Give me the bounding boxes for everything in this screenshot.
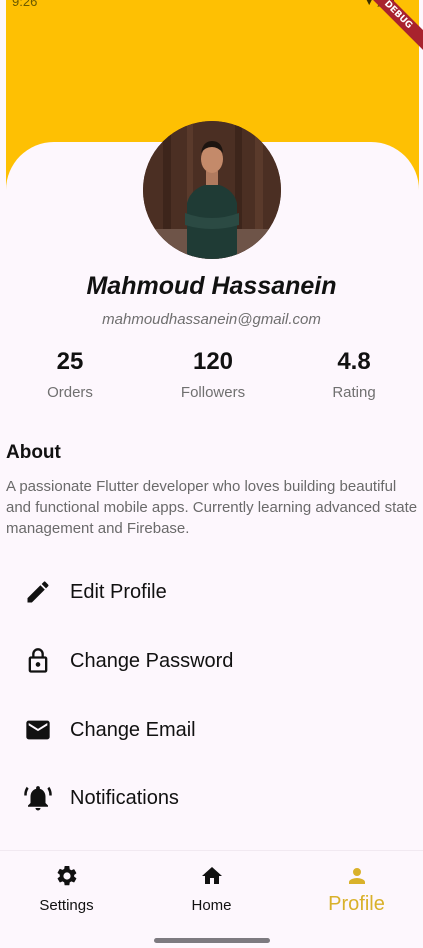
avatar[interactable] <box>143 121 281 259</box>
bottom-navigation: Settings Home Profile <box>0 850 423 948</box>
person-icon <box>344 863 370 889</box>
stat-value: 25 <box>56 348 84 375</box>
stat-label: Orders <box>47 384 93 401</box>
stat-value: 4.8 <box>337 348 371 375</box>
gear-icon <box>54 863 80 889</box>
stat-label: Rating <box>332 384 376 401</box>
menu-change-email[interactable]: Change Email <box>0 704 423 756</box>
nav-label: Home <box>191 897 232 914</box>
menu-label: Edit Profile <box>70 580 167 603</box>
stat-rating: 4.8 Rating <box>294 348 414 401</box>
pencil-icon <box>22 576 54 608</box>
avatar-photo <box>143 121 281 259</box>
stat-label: Followers <box>180 384 246 401</box>
stats-row: 25 Orders 120 Followers 4.8 Rating <box>0 348 423 408</box>
home-icon <box>199 863 225 889</box>
profile-email: mahmoudhassanein@gmail.com <box>102 311 321 328</box>
lock-icon <box>22 645 54 677</box>
nav-home[interactable]: Home <box>141 863 282 914</box>
bell-icon <box>22 782 54 814</box>
status-time: 9:26 <box>12 0 38 9</box>
menu-change-password[interactable]: Change Password <box>0 635 423 687</box>
menu-label: Change Email <box>70 718 196 741</box>
stat-value: 120 <box>192 348 234 375</box>
nav-profile[interactable]: Profile <box>286 863 423 916</box>
stat-followers: 120 Followers <box>153 348 273 401</box>
menu-edit-profile[interactable]: Edit Profile <box>0 566 423 618</box>
nav-settings[interactable]: Settings <box>0 863 137 914</box>
mail-icon <box>22 714 54 746</box>
menu-label: Change Password <box>70 649 234 672</box>
about-text: A passionate Flutter developer who loves… <box>6 478 418 537</box>
nav-label: Profile <box>328 893 385 915</box>
menu-notifications[interactable]: Notifications <box>0 772 423 824</box>
profile-name: Mahmoud Hassanein <box>86 272 337 300</box>
profile-screen: 9:26 ▼◢▮ DEBUG Mahmoud Hassanein mahmoud… <box>0 0 423 948</box>
stat-orders: 25 Orders <box>10 348 130 401</box>
home-indicator[interactable] <box>154 938 270 943</box>
menu-label: Notifications <box>70 786 179 809</box>
about-title: About <box>6 442 61 463</box>
nav-label: Settings <box>39 897 94 914</box>
